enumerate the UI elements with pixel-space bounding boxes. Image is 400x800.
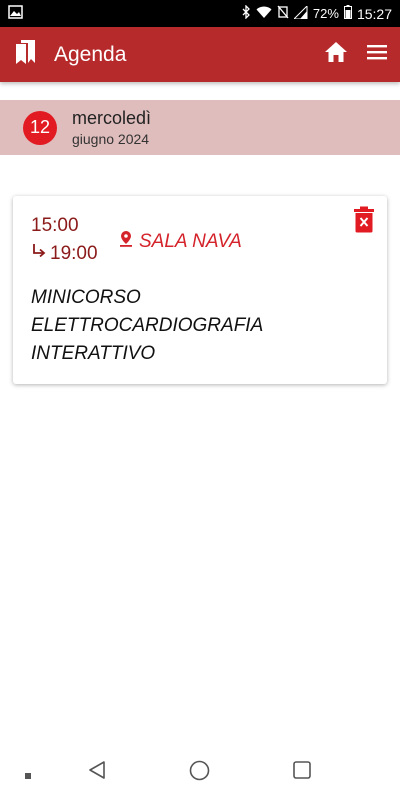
bookmarks-icon	[14, 39, 38, 70]
bluetooth-icon	[242, 4, 251, 22]
page-title: Agenda	[54, 42, 127, 66]
delete-event-button[interactable]	[353, 206, 375, 238]
home-nav-icon[interactable]	[189, 760, 210, 786]
system-nav-bar	[0, 740, 400, 800]
battery-percentage: 72%	[312, 6, 339, 21]
app-bar: Agenda	[0, 27, 400, 82]
gallery-notification-icon	[8, 5, 23, 22]
recents-icon[interactable]	[292, 760, 312, 785]
back-icon[interactable]	[87, 760, 107, 785]
event-title: MINICORSO ELETTROCARDIOGRAFIA INTERATTIV…	[31, 284, 361, 368]
event-title-line: INTERATTIVO	[31, 343, 156, 364]
month-year-label: giugno 2024	[72, 130, 150, 147]
event-start-time: 15:00	[31, 215, 79, 236]
weekday-label: mercoledì	[72, 107, 152, 128]
status-bar: 72% 15:27	[0, 0, 400, 27]
event-title-line: ELETTROCARDIOGRAFIA	[31, 315, 264, 336]
wifi-icon	[256, 6, 272, 22]
menu-icon[interactable]	[366, 43, 388, 66]
nav-dot-icon[interactable]	[24, 767, 32, 785]
status-time: 15:27	[356, 5, 392, 22]
day-badge: 12	[23, 110, 57, 145]
screen: 72% 15:27 Agenda 12 mercoledì giugno 202…	[0, 0, 400, 800]
date-header: 12 mercoledì giugno 2024	[0, 100, 400, 155]
do-not-disturb-icon	[277, 5, 289, 22]
delete-icon	[353, 206, 375, 237]
event-title-line: MINICORSO	[31, 287, 141, 308]
event-location: SALA NAVA	[119, 230, 242, 253]
date-text: mercoledì giugno 2024	[72, 107, 151, 149]
home-icon[interactable]	[324, 41, 348, 68]
event-end-time: 19:00	[50, 243, 98, 264]
event-end-time-row: 19:00	[31, 243, 98, 265]
event-card[interactable]: 15:00 19:00 SALA NAVA MINICORSO ELETTROC…	[13, 196, 387, 384]
signal-icon	[292, 4, 308, 22]
location-pin-icon	[119, 230, 139, 253]
battery-icon	[343, 5, 352, 22]
event-location-label: SALA NAVA	[139, 230, 242, 252]
subdirectory-arrow-icon	[31, 243, 50, 265]
